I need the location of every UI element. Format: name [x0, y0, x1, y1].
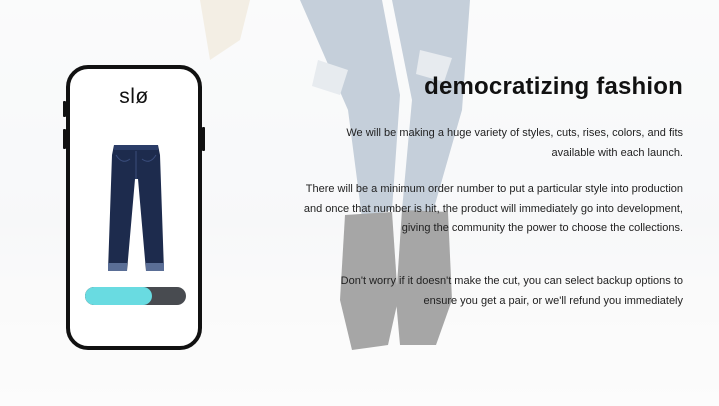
paragraph: There will be a minimum order number to …	[303, 183, 683, 234]
headline: democratizing fashion	[424, 73, 683, 100]
phone-volume-button	[63, 101, 66, 117]
phone-volume-button	[63, 129, 66, 149]
progress-bar	[85, 287, 186, 305]
slide: slø democratizing fashion We will be mak…	[0, 0, 719, 406]
jeans-icon	[108, 145, 164, 271]
phone-mockup: slø	[63, 65, 205, 350]
progress-fill	[85, 287, 152, 305]
brand-logo: slø	[119, 85, 149, 108]
phone-power-button	[202, 127, 205, 151]
paragraph: We will be making a huge variety of styl…	[346, 127, 683, 159]
paragraph: Don't worry if it doesn't make the cut, …	[340, 275, 683, 307]
